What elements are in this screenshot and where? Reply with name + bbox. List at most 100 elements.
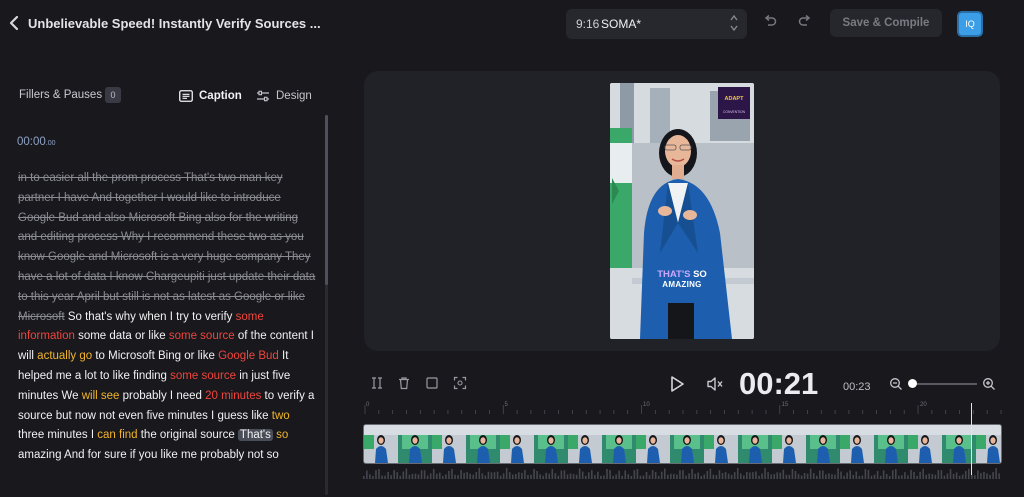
transcript-highlight-word[interactable]: so [276, 429, 288, 441]
save-compile-button[interactable]: Save & Compile [830, 9, 942, 37]
zoom-slider-handle[interactable] [908, 379, 918, 388]
waveform-bar [420, 470, 423, 479]
waveform-bar [621, 475, 623, 479]
waveform-bar [606, 468, 608, 479]
waveform-bar [445, 474, 447, 479]
tab-caption[interactable]: Caption [179, 87, 242, 105]
track-thumbnail [398, 425, 432, 463]
waveform-bar [402, 471, 405, 479]
aspect-template-selector[interactable]: 9:16 SOMA* [566, 9, 747, 39]
waveform-bar [423, 470, 426, 479]
waveform-bar [584, 475, 587, 479]
waveform-bar [846, 472, 848, 479]
waveform-bar [554, 473, 557, 479]
waveform-bar [712, 474, 715, 479]
track-thumbnail [806, 425, 840, 463]
waveform-bar [493, 472, 496, 479]
track-thumbnail [636, 425, 670, 463]
zoom-in-icon[interactable] [982, 377, 996, 391]
audio-waveform[interactable] [363, 465, 1002, 479]
transcript-filler-word[interactable]: Google Bud [218, 350, 279, 362]
waveform-bar [651, 469, 654, 479]
ruler-label: 0 [366, 402, 370, 408]
waveform-bar [776, 472, 779, 479]
mute-volume-icon[interactable] [706, 376, 724, 392]
waveform-bar [983, 471, 985, 479]
transcript-text[interactable]: amazing And for sure if you like me prob… [18, 449, 279, 461]
transcript-highlight-word[interactable]: actually go [37, 350, 92, 362]
video-preview[interactable]: ADAPT CONVENTION THAT'S SO AMAZING [610, 83, 754, 339]
redo-icon[interactable] [796, 13, 814, 33]
transcript-text[interactable]: So that's why when I try to verify [65, 311, 236, 323]
waveform-bar [487, 471, 490, 479]
waveform-bar [682, 470, 684, 479]
waveform-bar [490, 472, 493, 479]
waveform-bar [624, 470, 627, 479]
transcript-scrollbar-thumb[interactable] [325, 115, 328, 285]
waveform-bar [697, 472, 699, 479]
waveform-bar [998, 473, 1000, 479]
transcript-filler-word[interactable]: some source [169, 330, 235, 342]
play-button[interactable] [669, 375, 685, 393]
waveform-bar [797, 474, 800, 479]
waveform-bar [837, 468, 839, 479]
transcript-text[interactable]: probably I need [119, 390, 205, 402]
tab-design[interactable]: Design [256, 87, 312, 105]
waveform-bar [743, 475, 745, 479]
waveform-bar [591, 470, 593, 479]
waveform-bar [928, 473, 931, 479]
transcript-filler-word[interactable]: 20 minutes [205, 390, 261, 402]
waveform-bar [882, 470, 885, 479]
waveform-bar [657, 475, 660, 479]
waveform-bar [931, 474, 934, 479]
transcript-text[interactable]: some data or like [75, 330, 169, 342]
transcript-highlight-word[interactable]: will see [82, 390, 120, 402]
transcript-editor[interactable]: in to easier all the prom process That's… [18, 169, 318, 497]
track-thumbnail [568, 425, 602, 463]
waveform-bar [648, 475, 651, 479]
zoom-slider-track[interactable] [909, 383, 977, 385]
waveform-bar [761, 473, 763, 479]
waveform-bar [852, 474, 855, 479]
focus-frame-icon[interactable] [453, 376, 469, 392]
waveform-bar [369, 474, 371, 479]
waveform-bar [533, 468, 535, 479]
caption-icon [179, 90, 193, 102]
transcript-text[interactable]: three minutes I [18, 429, 97, 441]
track-thumbnail [466, 425, 500, 463]
stepper-arrows-icon[interactable] [729, 12, 739, 37]
current-time: 00:21 [739, 366, 819, 401]
fillers-pauses-label[interactable]: Fillers & Pauses [19, 89, 102, 101]
waveform-bar [679, 470, 681, 479]
crop-box-icon[interactable] [425, 376, 441, 392]
trash-icon[interactable] [397, 376, 413, 392]
waveform-bar [414, 473, 417, 479]
waveform-bar [995, 468, 997, 479]
transcript-removed-text[interactable]: in to easier all the prom process That's… [18, 172, 315, 323]
ruler-ticks [364, 405, 1002, 414]
total-duration: 00:23 [843, 381, 871, 393]
waveform-bar [785, 474, 788, 479]
transcript-text[interactable]: to Microsoft Bing or like [92, 350, 218, 362]
waveform-bar [949, 469, 952, 479]
track-thumbnail [432, 425, 466, 463]
waveform-bar [992, 472, 994, 479]
playhead[interactable] [971, 403, 972, 475]
waveform-bar [688, 473, 690, 479]
transcript-current-word[interactable]: That's [237, 429, 273, 442]
zoom-out-icon[interactable] [889, 377, 903, 391]
back-chevron-icon[interactable] [8, 14, 22, 34]
transcript-text[interactable]: the original source [138, 429, 238, 441]
top-bar: Unbelievable Speed! Instantly Verify Sou… [0, 0, 1024, 48]
transcript-highlight-word[interactable]: two [272, 410, 290, 422]
waveform-bar [922, 468, 924, 479]
waveform-bar [809, 468, 812, 479]
video-track-strip[interactable] [363, 424, 1002, 464]
avatar[interactable]: IQ [957, 11, 983, 37]
waveform-bar [825, 474, 827, 479]
transcript-highlight-word[interactable]: can find [97, 429, 137, 441]
transcript-filler-word[interactable]: some source [170, 370, 236, 382]
timeline-ruler[interactable]: 0 5 10 15 20 [364, 402, 1002, 416]
undo-icon[interactable] [761, 13, 779, 33]
split-icon[interactable] [370, 376, 386, 392]
